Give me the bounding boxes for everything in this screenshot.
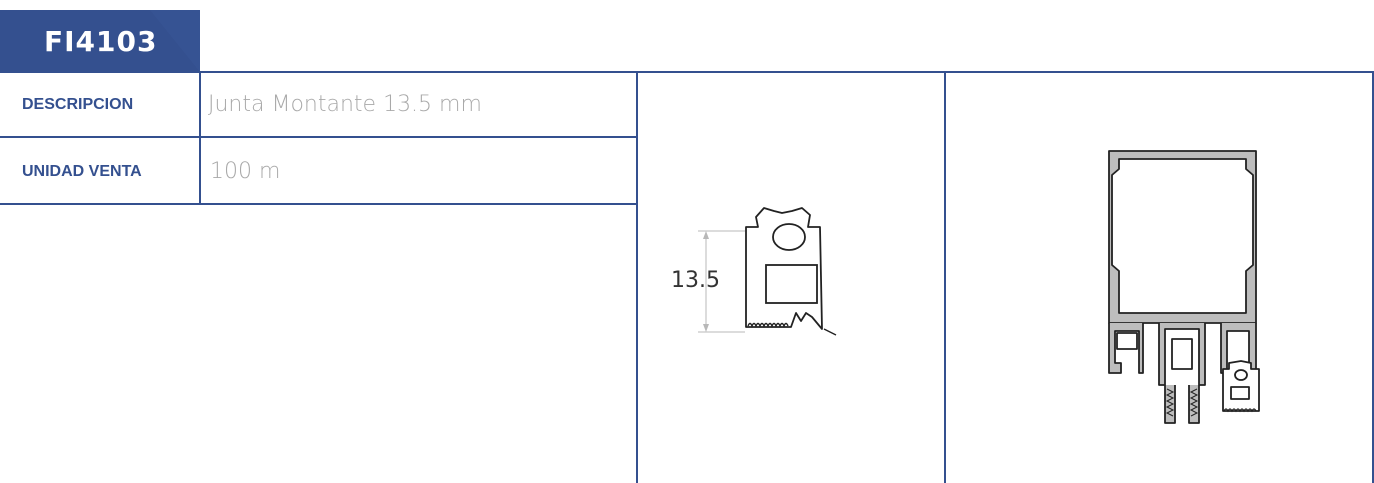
tab-fold-decoration — [150, 10, 200, 72]
row-divider-2 — [0, 203, 637, 205]
spec-value-sales-unit: 100 m — [210, 159, 281, 184]
gasket-profile-drawing: 13.5 — [671, 207, 837, 336]
column-divider-2 — [944, 72, 946, 483]
product-code-tab: FI4103 — [0, 10, 200, 72]
spec-label-sales-unit: UNIDAD VENTA — [22, 163, 142, 180]
row-divider-1 — [0, 136, 637, 138]
label-column-divider — [199, 72, 201, 204]
spec-value-description: Junta Montante 13.5 mm — [208, 92, 482, 117]
table-top-border — [0, 71, 1374, 73]
spec-label-description: DESCRIPCION — [22, 96, 134, 113]
assembly-section-drawing — [1108, 150, 1260, 424]
product-code: FI4103 — [44, 25, 158, 58]
column-divider-1 — [636, 72, 638, 483]
dimension-label: 13.5 — [671, 268, 720, 293]
